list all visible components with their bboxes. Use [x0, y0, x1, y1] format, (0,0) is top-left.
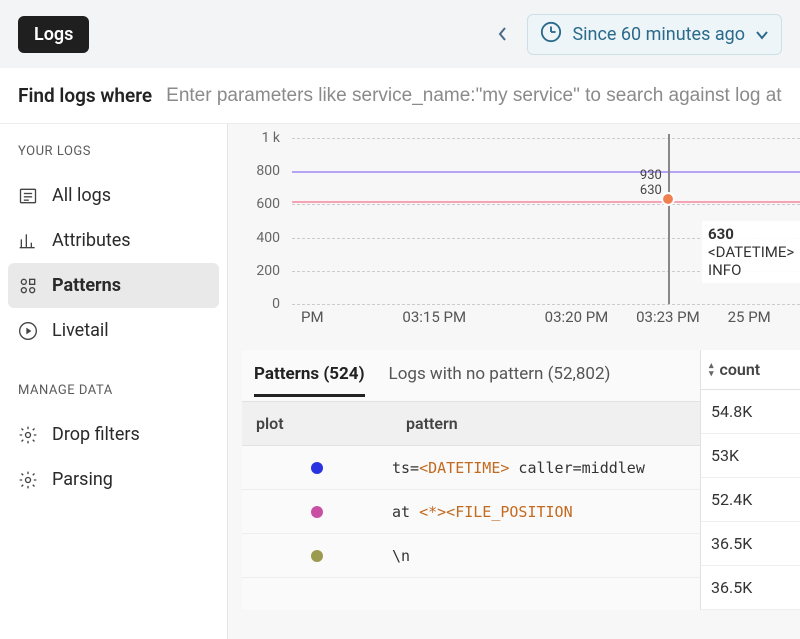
gridline: [292, 204, 800, 205]
y-tick: 400: [256, 230, 280, 246]
pattern-row[interactable]: ts=<DATETIME> caller=middlew: [242, 446, 700, 490]
x-tick: 03:20 PM: [545, 308, 609, 326]
sidebar-item-label: Attributes: [52, 230, 131, 251]
time-range-dropdown[interactable]: Since 60 minutes ago: [527, 14, 782, 55]
sidebar-section-title: MANAGE DATA: [0, 383, 227, 412]
sidebar-item-label: Drop filters: [52, 424, 140, 445]
hover-dot: [663, 194, 673, 204]
time-range-label: Since 60 minutes ago: [572, 24, 745, 45]
hover-label: 630: [640, 183, 662, 198]
x-tick: 03:23 PM: [636, 308, 700, 326]
barchart-icon: [18, 231, 38, 251]
patterns-table: Patterns (524) Logs with no pattern (52,8…: [242, 350, 700, 610]
hover-line: [668, 134, 670, 304]
y-tick: 0: [272, 296, 280, 312]
sidebar-section-title: YOUR LOGS: [0, 144, 227, 173]
count-cell: 36.5K: [701, 522, 800, 566]
sidebar-item-attributes[interactable]: Attributes: [0, 218, 227, 263]
series-dot-icon: [311, 462, 323, 474]
x-tick: 25 PM: [728, 308, 771, 326]
x-tick: 03:15 PM: [402, 308, 466, 326]
sidebar-item-livetail[interactable]: Livetail: [0, 308, 227, 353]
app-header: Logs Since 60 minutes ago: [0, 0, 800, 68]
count-cell: 36.5K: [701, 566, 800, 610]
col-header-plot[interactable]: plot: [242, 402, 392, 445]
patterns-section: Patterns (524) Logs with no pattern (52,8…: [242, 350, 800, 610]
sidebar-item-label: Patterns: [52, 275, 121, 296]
log-search-bar: Find logs where: [0, 68, 800, 124]
search-label: Find logs where: [18, 84, 152, 107]
count-cell: 53K: [701, 434, 800, 478]
series-dot-icon: [311, 506, 323, 518]
col-header-pattern[interactable]: pattern: [392, 402, 700, 445]
pattern-row[interactable]: at <*><FILE_POSITION: [242, 490, 700, 534]
log-timeline-chart[interactable]: 02004006008001 k 930630 PM03:15 PM03:20 …: [242, 138, 800, 338]
series-series-b: [292, 201, 800, 203]
content-body: YOUR LOGS All logs Attributes Patterns Livet…: [0, 124, 800, 639]
shapes-icon: [18, 276, 38, 296]
y-tick: 1 k: [262, 130, 280, 146]
tab-no-pattern[interactable]: Logs with no pattern (52,802): [389, 364, 611, 397]
y-tick: 600: [256, 196, 280, 212]
main-panel: 0 200 400 600 800 1 k 930630 PM 03:15 PM 03:20 …: [228, 124, 800, 639]
list-icon: [18, 186, 38, 206]
sidebar-item-parsing[interactable]: Parsing: [0, 457, 227, 502]
sidebar-item-label: Livetail: [52, 320, 109, 341]
sidebar-item-label: All logs: [52, 185, 111, 206]
play-icon: [18, 321, 38, 341]
chevron-down-icon: [755, 24, 769, 45]
col-header-count[interactable]: ▴▾ count: [701, 350, 800, 390]
pattern-text: ts=<DATETIME> caller=middlew: [392, 459, 700, 477]
clock-icon: [540, 21, 562, 48]
y-tick: 800: [256, 163, 280, 179]
sidebar: YOUR LOGS All logs Attributes Patterns Livet…: [0, 124, 228, 639]
gridline: [292, 138, 800, 139]
gridline: [292, 304, 800, 305]
hover-label: 930: [640, 168, 662, 183]
pattern-text: \n: [392, 547, 700, 565]
sidebar-item-drop-filters[interactable]: Drop filters: [0, 412, 227, 457]
pattern-text: at <*><FILE_POSITION: [392, 503, 700, 521]
x-tick: PM: [301, 308, 324, 326]
sort-arrows-icon: ▴▾: [709, 362, 714, 378]
count-cell: 52.4K: [701, 478, 800, 522]
gear-icon: [18, 425, 38, 445]
sidebar-item-all-logs[interactable]: All logs: [0, 173, 227, 218]
logs-badge: Logs: [18, 16, 89, 53]
series-dot-icon: [311, 550, 323, 562]
count-column: ▴▾ count 54.8K53K52.4K36.5K36.5K: [700, 350, 800, 610]
series-series-a: [292, 171, 800, 173]
pattern-row[interactable]: \n: [242, 534, 700, 578]
search-input[interactable]: [166, 85, 782, 107]
time-range-picker: Since 60 minutes ago: [487, 14, 782, 55]
chart-tooltip: 630 <DATETIME> INFO: [702, 221, 800, 283]
prev-time-button[interactable]: [487, 18, 519, 50]
y-tick: 200: [256, 263, 280, 279]
sidebar-item-label: Parsing: [52, 469, 113, 490]
count-cell: 54.8K: [701, 390, 800, 434]
sidebar-item-patterns[interactable]: Patterns: [8, 263, 219, 308]
tab-patterns[interactable]: Patterns (524): [254, 364, 365, 397]
gear-icon: [18, 470, 38, 490]
